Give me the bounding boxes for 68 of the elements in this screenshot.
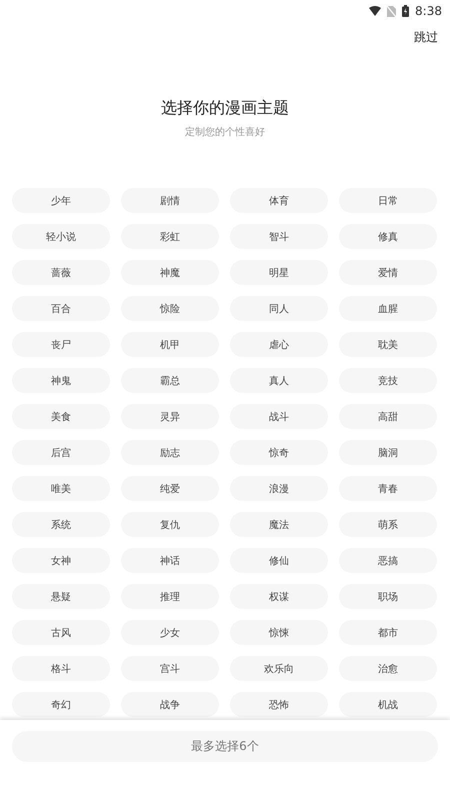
topic-tag[interactable]: 惊险 — [121, 296, 219, 321]
topic-tag[interactable]: 魔法 — [230, 512, 328, 537]
topic-tag[interactable]: 高甜 — [339, 404, 437, 429]
topic-tag[interactable]: 同人 — [230, 296, 328, 321]
page-subtitle: 定制您的个性喜好 — [184, 126, 266, 139]
topic-tag[interactable]: 系统 — [12, 512, 110, 537]
topic-tag[interactable]: 浪漫 — [230, 476, 328, 501]
topic-tag[interactable]: 恐怖 — [230, 692, 328, 717]
topic-tag[interactable]: 美食 — [12, 404, 110, 429]
topic-tag[interactable]: 少女 — [121, 620, 219, 645]
topic-tag[interactable]: 爱情 — [339, 260, 437, 285]
topic-tag[interactable]: 悬疑 — [12, 584, 110, 609]
battery-icon — [402, 5, 410, 17]
topic-tag[interactable]: 虐心 — [230, 332, 328, 357]
topic-tag[interactable]: 纯爱 — [121, 476, 219, 501]
topic-tag[interactable]: 轻小说 — [12, 224, 110, 249]
topic-tag[interactable]: 治愈 — [339, 656, 437, 681]
status-time: 8:38 — [415, 4, 442, 18]
topic-tag[interactable]: 血腥 — [339, 296, 437, 321]
topic-tag[interactable]: 百合 — [12, 296, 110, 321]
page-title: 选择你的漫画主题 — [160, 98, 290, 119]
topic-tag[interactable]: 神话 — [121, 548, 219, 573]
topic-tag[interactable]: 职场 — [339, 584, 437, 609]
topic-tag[interactable]: 日常 — [339, 188, 437, 213]
topic-tag[interactable]: 战争 — [121, 692, 219, 717]
topic-tag[interactable]: 宫斗 — [121, 656, 219, 681]
topic-tag[interactable]: 萌系 — [339, 512, 437, 537]
topic-tag[interactable]: 唯美 — [12, 476, 110, 501]
topic-tag[interactable]: 恶搞 — [339, 548, 437, 573]
topic-tag[interactable]: 体育 — [230, 188, 328, 213]
topic-tag[interactable]: 灵异 — [121, 404, 219, 429]
topic-tag[interactable]: 修仙 — [230, 548, 328, 573]
topic-tag[interactable]: 神鬼 — [12, 368, 110, 393]
topic-tag[interactable]: 耽美 — [339, 332, 437, 357]
topic-tag[interactable]: 青春 — [339, 476, 437, 501]
topic-tag[interactable]: 剧情 — [121, 188, 219, 213]
topic-tag[interactable]: 霸总 — [121, 368, 219, 393]
wifi-icon — [369, 6, 382, 16]
topic-tag[interactable]: 战斗 — [230, 404, 328, 429]
skip-button[interactable]: 跳过 — [414, 27, 438, 48]
topic-tag[interactable]: 蔷薇 — [12, 260, 110, 285]
no-sim-icon — [387, 6, 396, 16]
topic-tag[interactable]: 后宫 — [12, 440, 110, 465]
topic-tag[interactable]: 机甲 — [121, 332, 219, 357]
topic-tag[interactable]: 欢乐向 — [230, 656, 328, 681]
topic-tag[interactable]: 智斗 — [230, 224, 328, 249]
topic-tag[interactable]: 权谋 — [230, 584, 328, 609]
topic-tag[interactable]: 明星 — [230, 260, 328, 285]
topic-tag[interactable]: 惊悚 — [230, 620, 328, 645]
topic-tag[interactable]: 竞技 — [339, 368, 437, 393]
topic-tag[interactable]: 真人 — [230, 368, 328, 393]
topic-tag[interactable]: 格斗 — [12, 656, 110, 681]
topic-tag[interactable]: 古风 — [12, 620, 110, 645]
topic-tag[interactable]: 惊奇 — [230, 440, 328, 465]
topic-tag[interactable]: 励志 — [121, 440, 219, 465]
topic-tag[interactable]: 奇幻 — [12, 692, 110, 717]
topic-tag[interactable]: 都市 — [339, 620, 437, 645]
topic-tag[interactable]: 少年 — [12, 188, 110, 213]
topic-tag[interactable]: 脑洞 — [339, 440, 437, 465]
topic-tag[interactable]: 女神 — [12, 548, 110, 573]
topic-tag[interactable]: 修真 — [339, 224, 437, 249]
topic-tag[interactable]: 神魔 — [121, 260, 219, 285]
topic-tag[interactable]: 复仇 — [121, 512, 219, 537]
topic-tag[interactable]: 机战 — [339, 692, 437, 717]
topic-tag[interactable]: 推理 — [121, 584, 219, 609]
topic-tag[interactable]: 彩虹 — [121, 224, 219, 249]
topic-tag[interactable]: 丧尸 — [12, 332, 110, 357]
selection-limit-button[interactable]: 最多选择6个 — [12, 731, 438, 762]
